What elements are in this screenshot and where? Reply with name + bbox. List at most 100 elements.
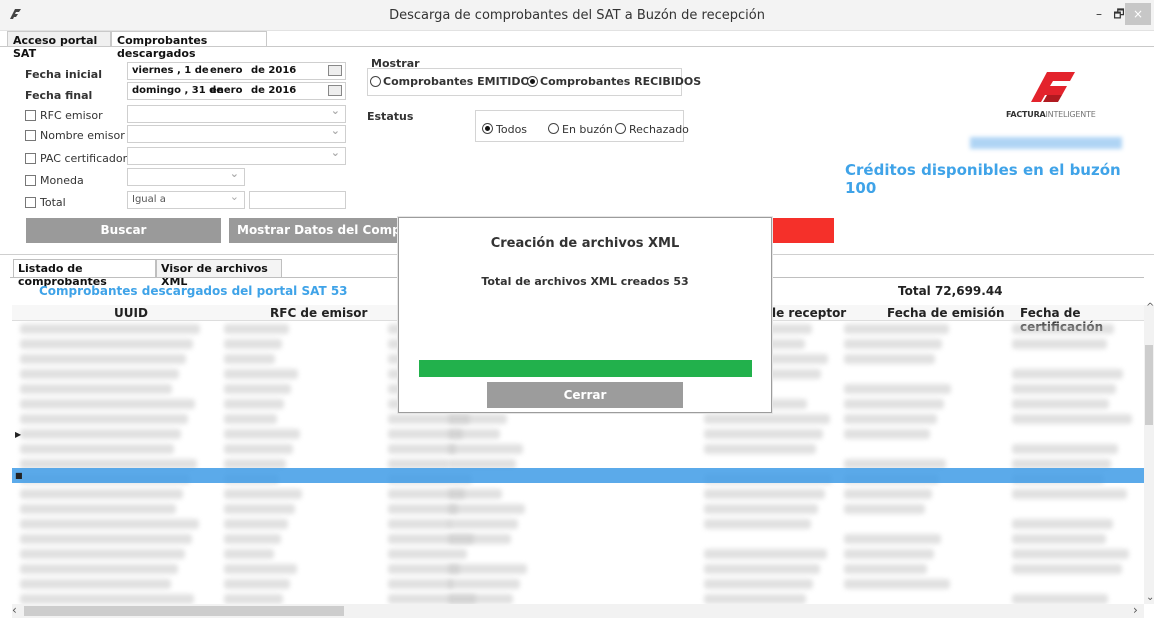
rfc-emisor-checkbox[interactable] [25, 110, 36, 121]
blurred-cell [224, 414, 277, 424]
col-rfc-emisor[interactable]: RFC de emisor [270, 306, 367, 320]
recibidos-label[interactable]: Comprobantes RECIBIDOS [540, 75, 701, 88]
tab-divider [0, 46, 1154, 47]
blurred-cell [224, 564, 297, 574]
mostrar-datos-button[interactable]: Mostrar Datos del Comproba [229, 218, 401, 243]
blurred-cell [20, 399, 195, 409]
blurred-cell [844, 324, 949, 334]
fecha-inicial-day: viernes , 1 de [132, 65, 209, 76]
fecha-inicial-month: enero [210, 65, 243, 76]
blurred-cell [448, 429, 500, 439]
blurred-cell [448, 564, 527, 574]
scroll-right-icon[interactable]: › [1133, 603, 1138, 617]
red-action-button[interactable] [772, 218, 834, 243]
total-operator-combo[interactable]: Igual a [127, 190, 245, 209]
blurred-cell [704, 414, 830, 424]
fecha-inicial-picker[interactable]: viernes , 1 de enero de 2016 [127, 62, 346, 80]
blurred-cell [1012, 369, 1123, 379]
en-buzon-radio[interactable] [548, 123, 559, 134]
rechazado-radio[interactable] [615, 123, 626, 134]
blurred-cell [448, 504, 525, 514]
blurred-cell [224, 489, 302, 499]
pac-certificador-checkbox[interactable] [25, 153, 36, 164]
blurred-cell [224, 504, 295, 514]
rfc-emisor-label: RFC emisor [40, 109, 103, 122]
blurred-cell [1012, 489, 1127, 499]
col-fecha-emision[interactable]: Fecha de emisión [887, 306, 1005, 320]
user-account-blurred [970, 137, 1122, 149]
progress-fill [419, 360, 752, 377]
calendar-icon[interactable] [328, 65, 342, 76]
blurred-cell [1012, 519, 1113, 529]
moneda-checkbox[interactable] [25, 175, 36, 186]
total-checkbox[interactable] [25, 197, 36, 208]
col-receptor[interactable]: le receptor [772, 306, 846, 320]
blurred-cell [20, 549, 185, 559]
blurred-cell [704, 519, 811, 529]
blurred-cell [1012, 534, 1106, 544]
blurred-cell [1012, 339, 1107, 349]
nombre-emisor-checkbox[interactable] [25, 130, 36, 141]
total-value-input[interactable] [249, 191, 346, 209]
moneda-combo[interactable] [127, 167, 245, 186]
minimize-button[interactable]: – [1088, 3, 1110, 25]
vertical-scroll-thumb[interactable] [1145, 345, 1153, 425]
title-bar: Descarga de comprobantes del SAT a Buzón… [0, 0, 1154, 31]
blurred-cell [844, 549, 934, 559]
scroll-left-icon[interactable]: ‹ [12, 603, 17, 617]
nombre-emisor-combo[interactable] [127, 124, 346, 143]
row-edit-icon: ■ [15, 471, 23, 480]
tab-comprobantes-descargados[interactable]: Comprobantes descargados [111, 31, 267, 60]
fecha-final-label: Fecha final [25, 89, 93, 102]
recibidos-radio[interactable] [527, 76, 538, 87]
todos-radio[interactable] [482, 123, 493, 134]
en-buzon-label[interactable]: En buzón [562, 123, 613, 136]
blurred-cell [224, 339, 282, 349]
grid-summary: Comprobantes descargados del portal SAT … [39, 284, 348, 298]
tab-visor-xml[interactable]: Visor de archivos XML [156, 259, 282, 288]
calendar-icon[interactable] [328, 85, 342, 96]
blurred-cell [224, 324, 289, 334]
blurred-cell [224, 549, 274, 559]
buscar-button[interactable]: Buscar [26, 218, 221, 243]
blurred-cell [844, 564, 927, 574]
blurred-cell [1012, 384, 1116, 394]
scroll-up-icon[interactable]: ^ [1146, 302, 1154, 313]
rechazado-label[interactable]: Rechazado [629, 123, 689, 136]
blurred-cell [844, 399, 944, 409]
blurred-cell [1012, 444, 1118, 454]
tab-listado-comprobantes[interactable]: Listado de comprobantes [13, 259, 156, 288]
blurred-cell [844, 534, 941, 544]
fecha-inicial-year: de 2016 [251, 65, 297, 76]
scroll-down-icon[interactable]: ⌄ [1146, 592, 1154, 603]
close-window-button[interactable]: × [1125, 3, 1151, 25]
blurred-cell [844, 489, 932, 499]
todos-label[interactable]: Todos [496, 123, 527, 136]
tab-acceso-portal[interactable]: Acceso portal SAT [7, 31, 111, 60]
rfc-emisor-combo[interactable] [127, 104, 346, 123]
xml-creation-dialog: Creación de archivos XML Total de archiv… [398, 217, 772, 413]
blurred-cell [388, 444, 456, 454]
selected-row[interactable] [12, 468, 1144, 483]
grid-total: Total 72,699.44 [898, 284, 1003, 298]
row-pointer-icon: ▶ [15, 430, 22, 439]
blurred-cell [20, 519, 199, 529]
cerrar-button[interactable]: Cerrar [487, 382, 683, 408]
emitidos-label[interactable]: Comprobantes EMITIDOS [383, 75, 538, 88]
col-uuid[interactable]: UUID [114, 306, 148, 320]
blurred-cell [704, 564, 820, 574]
horizontal-scroll-thumb[interactable] [24, 606, 344, 616]
dialog-title: Creación de archivos XML [490, 236, 680, 251]
blurred-cell [704, 549, 827, 559]
estatus-label: Estatus [367, 110, 414, 123]
nombre-emisor-label: Nombre emisor [40, 129, 125, 142]
pac-certificador-combo[interactable] [127, 146, 346, 165]
blurred-cell [388, 549, 467, 559]
blurred-cell [20, 534, 192, 544]
fecha-final-picker[interactable]: domingo , 31 de enero de 2016 [127, 82, 346, 100]
blurred-cell [20, 429, 181, 439]
emitidos-radio[interactable] [370, 76, 381, 87]
blurred-cell [20, 444, 174, 454]
blurred-cell [20, 414, 188, 424]
total-label: Total [40, 196, 66, 209]
